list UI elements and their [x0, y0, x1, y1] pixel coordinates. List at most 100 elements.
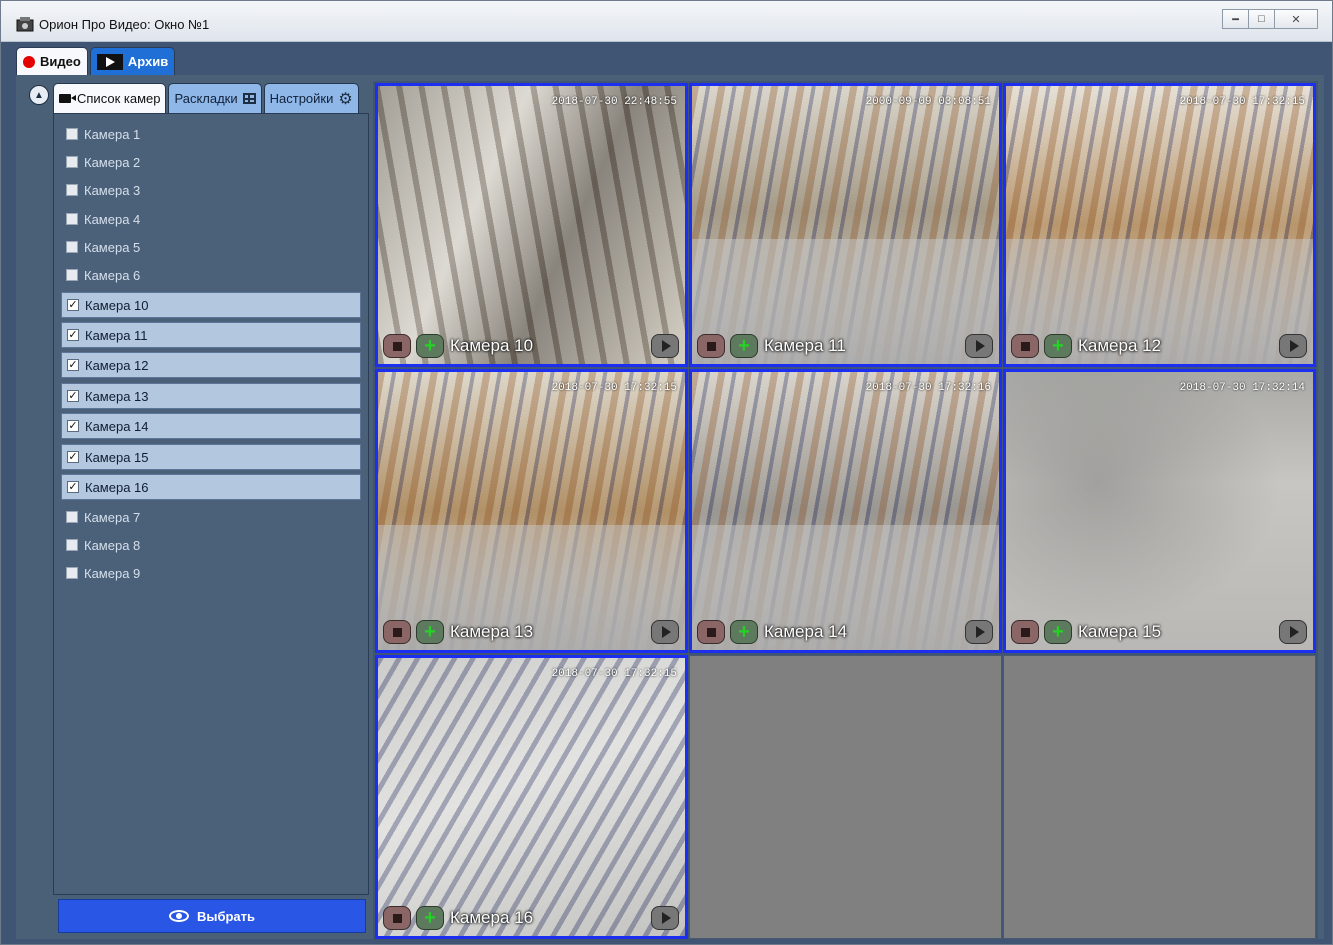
maximize-button[interactable]: □ [1248, 9, 1274, 29]
video-camera-name: Камера 15 [1078, 622, 1162, 641]
camera-checkbox[interactable] [66, 156, 78, 168]
camera-icon [59, 94, 76, 103]
camera-checkbox[interactable] [66, 511, 78, 523]
camera-checkbox[interactable]: ✓ [67, 481, 79, 493]
empty-video-slot[interactable] [1003, 655, 1316, 939]
camera-list-item[interactable]: Камера 3 [61, 179, 361, 201]
camera-label: Камера 9 [84, 565, 141, 581]
camera-list-item[interactable]: ✓ Камера 10 [61, 292, 361, 318]
video-timestamp: 2000-09-09 03:08:51 [865, 96, 991, 108]
tab-archive-label: Архив [127, 54, 169, 69]
add-button[interactable]: + [730, 334, 758, 358]
video-timestamp: 2018-07-30 22:48:55 [551, 96, 677, 108]
camera-label: Камера 2 [84, 154, 141, 170]
close-button[interactable]: ✕ [1274, 9, 1318, 29]
video-tile[interactable]: 2018-07-30 22:48:55 + Камера 10 [375, 83, 688, 367]
camera-checkbox[interactable] [66, 184, 78, 196]
tab-camera-list[interactable]: Список камер [53, 83, 167, 113]
camera-list-item[interactable]: Камера 6 [61, 264, 361, 286]
camera-list-item[interactable]: Камера 1 [61, 123, 361, 145]
stop-button[interactable] [697, 620, 725, 644]
add-button[interactable]: + [416, 906, 444, 930]
play-button[interactable] [1279, 620, 1307, 644]
camera-checkbox[interactable] [66, 213, 78, 225]
play-button[interactable] [965, 334, 993, 358]
add-button[interactable]: + [1044, 620, 1072, 644]
add-button[interactable]: + [416, 620, 444, 644]
camera-checkbox[interactable] [66, 567, 78, 579]
add-button[interactable]: + [416, 334, 444, 358]
camera-checkbox[interactable] [66, 539, 78, 551]
camera-list-item[interactable]: Камера 5 [61, 236, 361, 258]
stop-button[interactable] [1011, 334, 1039, 358]
camera-label: Камера 8 [84, 537, 141, 553]
camera-list-item[interactable]: ✓ Камера 13 [61, 383, 361, 409]
video-timestamp: 2018-07-30 17:32:14 [1179, 382, 1305, 394]
stop-button[interactable] [697, 334, 725, 358]
collapse-panel-icon[interactable]: ▲ [29, 85, 49, 105]
camera-list-item[interactable]: ✓ Камера 11 [61, 322, 361, 348]
camera-label: Камера 11 [85, 327, 148, 343]
play-button[interactable] [1279, 334, 1307, 358]
video-feed [378, 658, 685, 936]
camera-checkbox[interactable] [66, 241, 78, 253]
video-feed [692, 372, 999, 650]
tab-layouts[interactable]: Раскладки [168, 83, 262, 113]
stop-button[interactable] [383, 620, 411, 644]
tab-video[interactable]: Видео [16, 47, 88, 75]
camera-checkbox[interactable]: ✓ [67, 390, 79, 402]
video-tile[interactable]: 2000-09-09 03:08:51 + Камера 11 [689, 83, 1002, 367]
camera-list-item[interactable]: Камера 4 [61, 208, 361, 230]
camera-list-item[interactable]: ✓ Камера 16 [61, 474, 361, 500]
gear-icon: ⚙ [338, 90, 353, 108]
camera-label: Камера 16 [85, 479, 149, 495]
camera-list-item[interactable]: Камера 2 [61, 151, 361, 173]
video-tile[interactable]: 2018-07-30 17:32:15 + Камера 16 [375, 655, 688, 939]
app-window: Орион Про Видео: Окно №1 ━ □ ✕ Видео Арх… [0, 0, 1333, 945]
video-camera-name: Камера 10 [450, 336, 534, 355]
minimize-button[interactable]: ━ [1222, 9, 1248, 29]
camera-list-item[interactable]: Камера 8 [61, 534, 361, 556]
stop-button[interactable] [1011, 620, 1039, 644]
camera-list-item[interactable]: ✓ Камера 14 [61, 413, 361, 439]
tab-settings[interactable]: Настройки ⚙ [263, 83, 359, 113]
tile-controls: + Камера 10 [383, 334, 533, 358]
camera-checkbox[interactable] [66, 128, 78, 140]
play-button[interactable] [651, 334, 679, 358]
video-timestamp: 2018-07-30 17:32:15 [1179, 96, 1305, 108]
select-button[interactable]: Выбрать [58, 899, 366, 933]
add-button[interactable]: + [1044, 334, 1072, 358]
camera-checkbox[interactable]: ✓ [67, 420, 79, 432]
play-button[interactable] [651, 906, 679, 930]
tab-camera-list-label: Список камер [77, 91, 161, 106]
play-button[interactable] [965, 620, 993, 644]
tile-controls: + Камера 16 [383, 906, 533, 930]
camera-checkbox[interactable]: ✓ [67, 359, 79, 371]
camera-label: Камера 12 [85, 357, 149, 373]
camera-checkbox[interactable]: ✓ [67, 451, 79, 463]
camera-checkbox[interactable]: ✓ [67, 299, 79, 311]
camera-list-item[interactable]: Камера 7 [61, 506, 361, 528]
video-tile[interactable]: 2018-07-30 17:32:14 + Камера 15 [1003, 369, 1316, 653]
empty-video-slot[interactable] [689, 655, 1002, 939]
tab-archive[interactable]: Архив [89, 47, 176, 75]
camera-app-icon [16, 17, 34, 32]
camera-checkbox[interactable] [66, 269, 78, 281]
camera-list-panel [53, 113, 369, 895]
stop-button[interactable] [383, 906, 411, 930]
camera-label: Камера 13 [85, 388, 149, 404]
eye-icon [168, 910, 189, 922]
camera-checkbox[interactable]: ✓ [67, 329, 79, 341]
video-feed [378, 372, 685, 650]
stop-button[interactable] [383, 334, 411, 358]
video-tile[interactable]: 2018-07-30 17:32:16 + Камера 14 [689, 369, 1002, 653]
camera-list-item[interactable]: ✓ Камера 15 [61, 444, 361, 470]
video-tile[interactable]: 2018-07-30 17:32:15 + Камера 13 [375, 369, 688, 653]
camera-list-item[interactable]: Камера 9 [61, 562, 361, 584]
add-button[interactable]: + [730, 620, 758, 644]
video-feed [692, 86, 999, 364]
video-tile[interactable]: 2018-07-30 17:32:15 + Камера 12 [1003, 83, 1316, 367]
play-button[interactable] [651, 620, 679, 644]
camera-list-item[interactable]: ✓ Камера 12 [61, 352, 361, 378]
title-bar: Орион Про Видео: Окно №1 ━ □ ✕ [1, 1, 1332, 42]
